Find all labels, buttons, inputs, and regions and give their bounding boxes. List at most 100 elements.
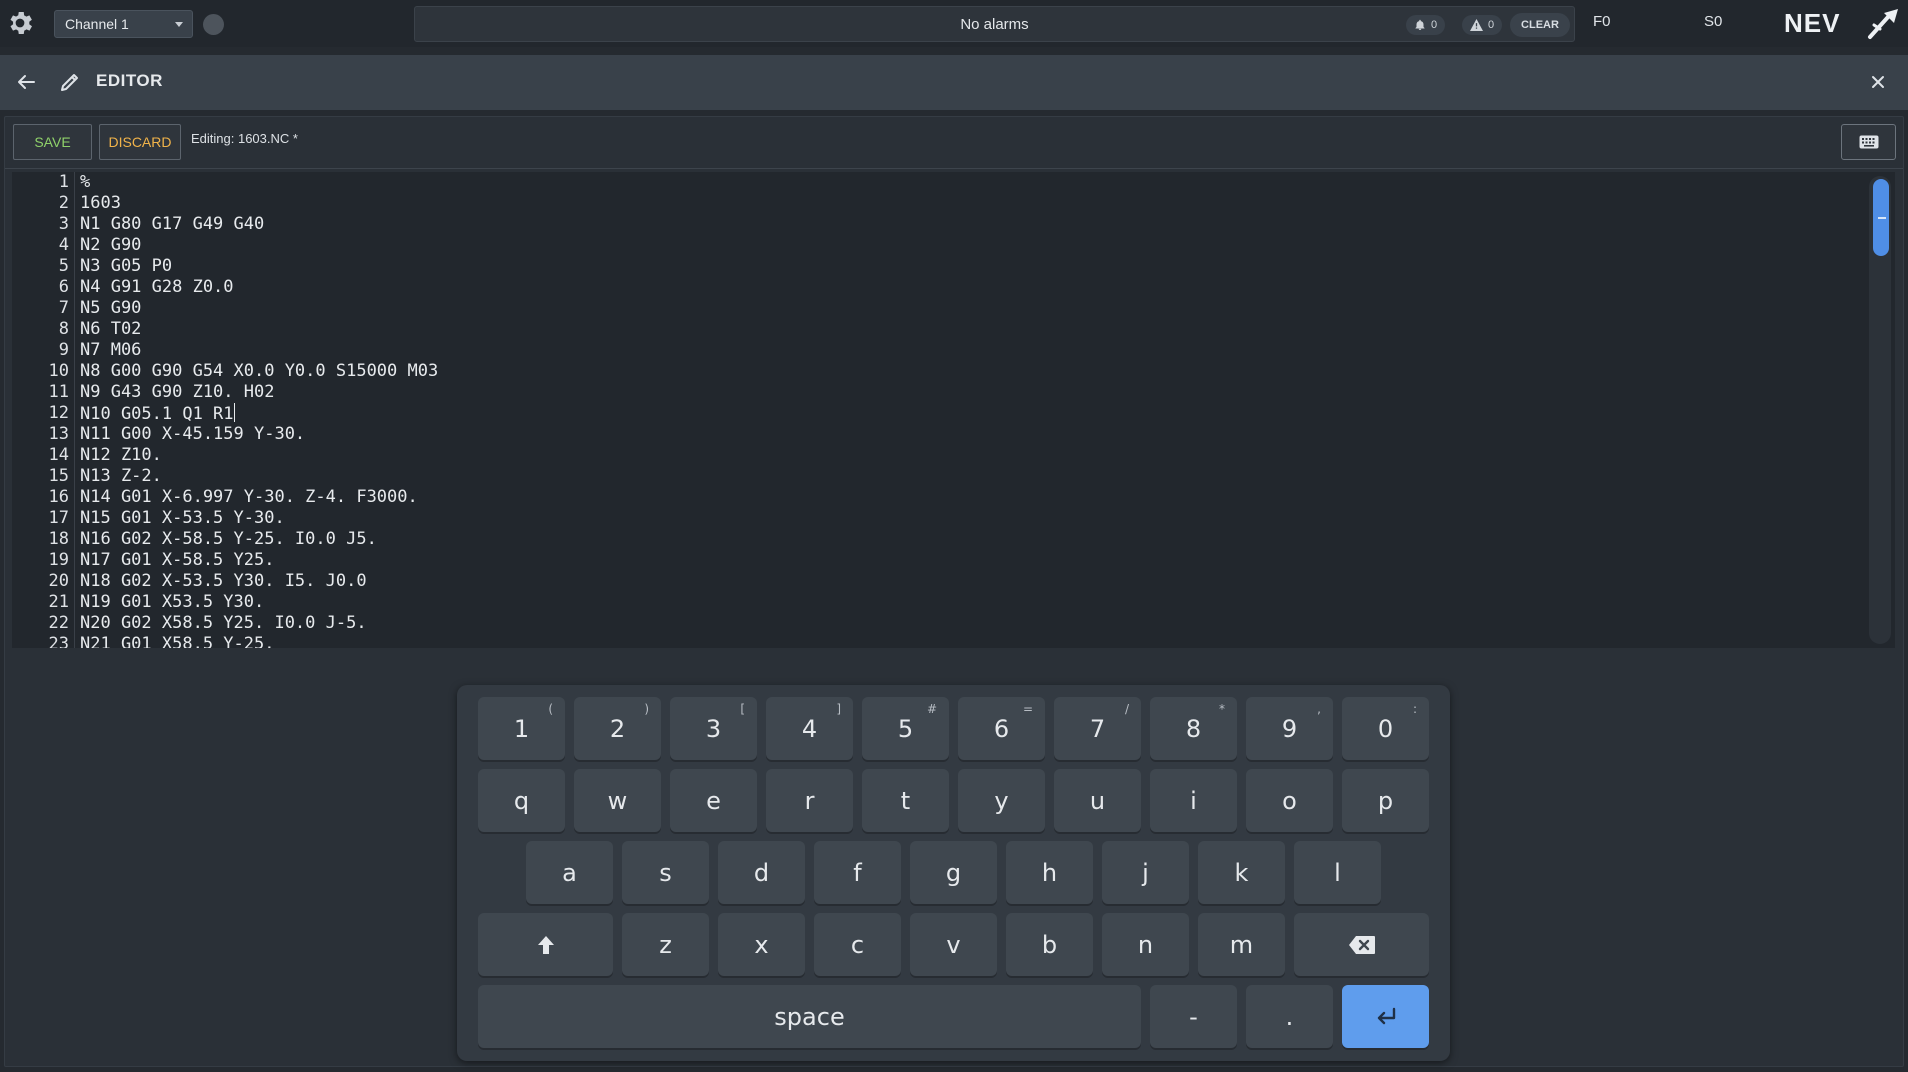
key-c[interactable]: c — [814, 913, 901, 976]
line-text[interactable]: N17 G01 X-58.5 Y25. — [80, 550, 274, 571]
code-line[interactable]: 6 N4 G91 G28 Z0.0 — [12, 277, 1862, 298]
code-line[interactable]: 21 N19 G01 X53.5 Y30. — [12, 592, 1862, 613]
shift-key[interactable] — [478, 913, 613, 976]
line-text[interactable]: N4 G91 G28 Z0.0 — [80, 277, 234, 298]
key-5[interactable]: 5 # — [862, 697, 949, 760]
minus-key[interactable]: - — [1150, 985, 1237, 1048]
key-2[interactable]: 2) — [574, 697, 661, 760]
code-line[interactable]: 5 N3 G05 P0 — [12, 256, 1862, 277]
key-w[interactable]: w — [574, 769, 661, 832]
key-g[interactable]: g — [910, 841, 997, 904]
key-l[interactable]: l — [1294, 841, 1381, 904]
channel-select[interactable]: Channel 1 — [54, 10, 193, 38]
key-7[interactable]: 7/ — [1054, 697, 1141, 760]
code-line[interactable]: 1% — [12, 172, 1862, 193]
key-d[interactable]: d — [718, 841, 805, 904]
code-line[interactable]: 4 N2 G90 — [12, 235, 1862, 256]
line-text[interactable]: N5 G90 — [80, 298, 141, 319]
code-line[interactable]: 7 N5 G90 — [12, 298, 1862, 319]
key-e[interactable]: e — [670, 769, 757, 832]
code-line[interactable]: 10 N8 G00 G90 G54 X0.0 Y0.0 S15000 M03 — [12, 361, 1862, 382]
code-line[interactable]: 12 N10 G05.1 Q1 R1 — [12, 403, 1862, 424]
line-text[interactable]: N8 G00 G90 G54 X0.0 Y0.0 S15000 M03 — [80, 361, 438, 382]
enter-key[interactable] — [1342, 985, 1429, 1048]
key-q[interactable]: q — [478, 769, 565, 832]
code-line[interactable]: 8 N6 T02 — [12, 319, 1862, 340]
key-j[interactable]: j — [1102, 841, 1189, 904]
key-u[interactable]: u — [1054, 769, 1141, 832]
key-9[interactable]: 9, — [1246, 697, 1333, 760]
line-text[interactable]: N2 G90 — [80, 235, 141, 256]
code-line[interactable]: 23 N21 G01 X58.5 Y-25. — [12, 634, 1862, 648]
period-key[interactable]: . — [1246, 985, 1333, 1048]
key-x[interactable]: x — [718, 913, 805, 976]
line-text[interactable]: N14 G01 X-6.997 Y-30. Z-4. F3000. — [80, 487, 418, 508]
line-text[interactable]: N1 G80 G17 G49 G40 — [80, 214, 264, 235]
key-n[interactable]: n — [1102, 913, 1189, 976]
code-line[interactable]: 16 N14 G01 X-6.997 Y-30. Z-4. F3000. — [12, 487, 1862, 508]
key-b[interactable]: b — [1006, 913, 1093, 976]
code-line[interactable]: 15 N13 Z-2. — [12, 466, 1862, 487]
key-k[interactable]: k — [1198, 841, 1285, 904]
alarm-bar[interactable]: No alarms 0 0 CLEAR — [414, 6, 1575, 42]
code-line[interactable]: 11 N9 G43 G90 Z10. H02 — [12, 382, 1862, 403]
key-t[interactable]: t — [862, 769, 949, 832]
code-line[interactable]: 13 N11 G00 X-45.159 Y-30. — [12, 424, 1862, 445]
line-text[interactable]: % — [80, 172, 90, 193]
space-key[interactable]: space — [478, 985, 1141, 1048]
key-f[interactable]: f — [814, 841, 901, 904]
key-r[interactable]: r — [766, 769, 853, 832]
line-text[interactable]: N20 G02 X58.5 Y25. I0.0 J-5. — [80, 613, 367, 634]
key-z[interactable]: z — [622, 913, 709, 976]
line-text[interactable]: N12 Z10. — [80, 445, 162, 466]
backspace-key[interactable] — [1294, 913, 1429, 976]
close-button[interactable] — [1867, 71, 1889, 93]
notifications-badge[interactable]: 0 — [1406, 15, 1446, 35]
line-text[interactable]: N10 G05.1 Q1 R1 — [80, 403, 235, 425]
keyboard-toggle-button[interactable] — [1841, 124, 1896, 160]
code-line[interactable]: 18 N16 G02 X-58.5 Y-25. I0.0 J5. — [12, 529, 1862, 550]
line-text[interactable]: N13 Z-2. — [80, 466, 162, 487]
line-text[interactable]: N16 G02 X-58.5 Y-25. I0.0 J5. — [80, 529, 377, 550]
code-line[interactable]: 19 N17 G01 X-58.5 Y25. — [12, 550, 1862, 571]
key-8[interactable]: 8 * — [1150, 697, 1237, 760]
key-0[interactable]: 0: — [1342, 697, 1429, 760]
line-text[interactable]: 1603 — [80, 193, 121, 214]
key-s[interactable]: s — [622, 841, 709, 904]
line-text[interactable]: N9 G43 G90 Z10. H02 — [80, 382, 274, 403]
line-text[interactable]: N7 M06 — [80, 340, 141, 361]
key-6[interactable]: 6 = — [958, 697, 1045, 760]
settings-button[interactable] — [4, 7, 36, 39]
key-4[interactable]: 4] — [766, 697, 853, 760]
code-line[interactable]: 2 1603 — [12, 193, 1862, 214]
code-lines[interactable]: 1% 2 1603 3 N1 G80 G17 G49 G40 4 N2 G90 5 N3 G05… — [12, 172, 1862, 648]
line-text[interactable]: N15 G01 X-53.5 Y-30. — [80, 508, 285, 529]
key-o[interactable]: o — [1246, 769, 1333, 832]
line-text[interactable]: N21 G01 X58.5 Y-25. — [80, 634, 274, 648]
key-y[interactable]: y — [958, 769, 1045, 832]
key-m[interactable]: m — [1198, 913, 1285, 976]
key-i[interactable]: i — [1150, 769, 1237, 832]
key-h[interactable]: h — [1006, 841, 1093, 904]
key-1[interactable]: 1( — [478, 697, 565, 760]
line-text[interactable]: N18 G02 X-53.5 Y30. I5. J0.0 — [80, 571, 367, 592]
clear-alarms-button[interactable]: CLEAR — [1510, 13, 1570, 37]
line-text[interactable]: N6 T02 — [80, 319, 141, 340]
code-line[interactable]: 14 N12 Z10. — [12, 445, 1862, 466]
line-text[interactable]: N19 G01 X53.5 Y30. — [80, 592, 264, 613]
discard-button[interactable]: DISCARD — [99, 124, 181, 160]
save-button[interactable]: SAVE — [13, 124, 92, 160]
code-line[interactable]: 22 N20 G02 X58.5 Y25. I0.0 J-5. — [12, 613, 1862, 634]
code-line[interactable]: 9 N7 M06 — [12, 340, 1862, 361]
code-editor[interactable]: 1% 2 1603 3 N1 G80 G17 G49 G40 4 N2 G90 5 N3 G05… — [12, 172, 1895, 648]
warnings-badge[interactable]: 0 — [1462, 15, 1503, 35]
code-line[interactable]: 20 N18 G02 X-53.5 Y30. I5. J0.0 — [12, 571, 1862, 592]
key-p[interactable]: p — [1342, 769, 1429, 832]
key-v[interactable]: v — [910, 913, 997, 976]
code-line[interactable]: 3 N1 G80 G17 G49 G40 — [12, 214, 1862, 235]
key-a[interactable]: a — [526, 841, 613, 904]
code-line[interactable]: 17 N15 G01 X-53.5 Y-30. — [12, 508, 1862, 529]
key-3[interactable]: 3[ — [670, 697, 757, 760]
line-text[interactable]: N11 G00 X-45.159 Y-30. — [80, 424, 305, 445]
back-button[interactable] — [14, 70, 38, 94]
